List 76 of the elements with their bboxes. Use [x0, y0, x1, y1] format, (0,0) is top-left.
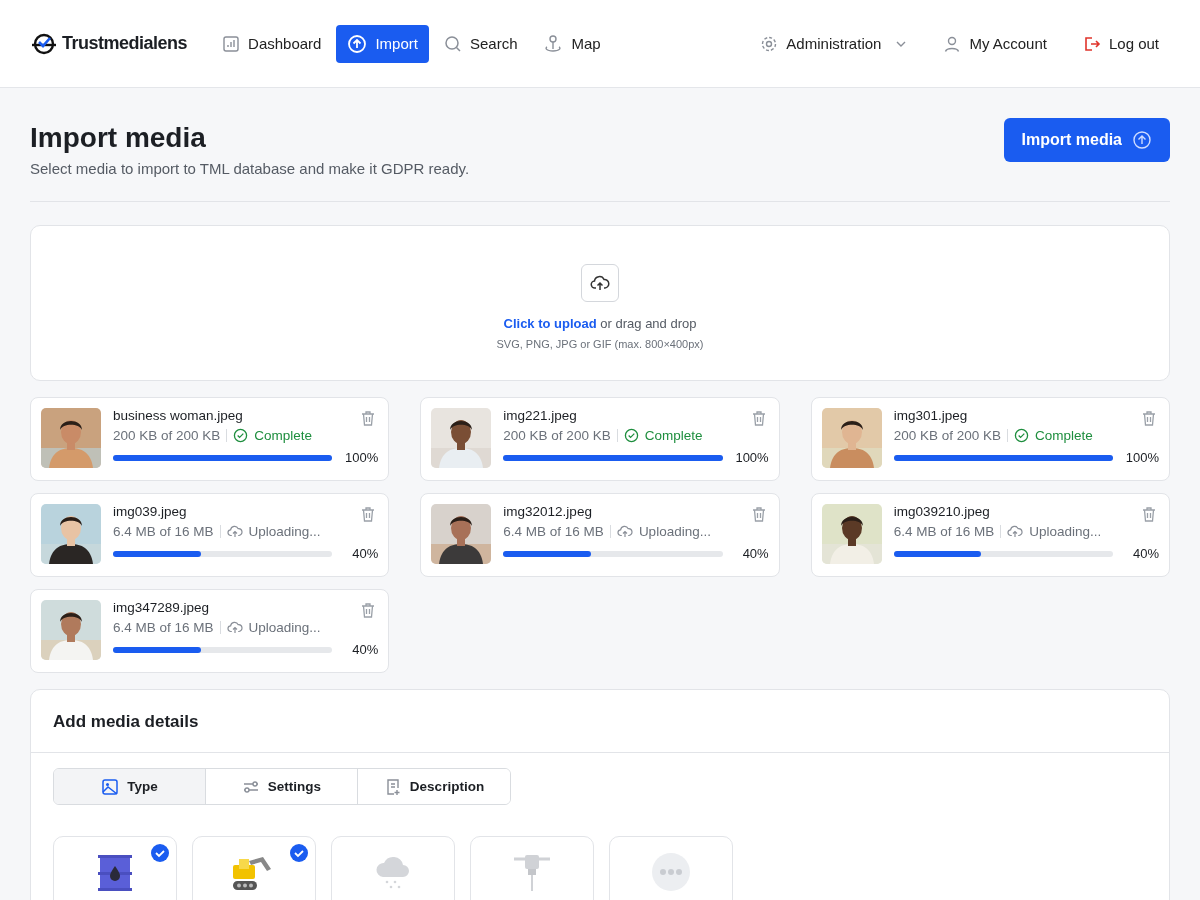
logout-icon — [1082, 34, 1101, 53]
upload-status: Uploading... — [248, 620, 321, 635]
progress-percent: 100% — [734, 450, 769, 465]
progress-percent: 40% — [351, 546, 379, 561]
cloud-upload-icon — [226, 620, 243, 635]
upload-status: Complete — [254, 428, 313, 443]
check-circle-icon — [233, 428, 249, 443]
file-name: img039.jpeg — [113, 504, 187, 519]
search-icon — [443, 34, 462, 53]
user-icon — [943, 34, 962, 53]
file-size: 6.4 MB of 16 MB — [113, 620, 214, 635]
brand-name[interactable]: Trustmedialens — [62, 33, 188, 54]
file-size: 6.4 MB of 16 MB — [503, 524, 604, 539]
trash-icon[interactable] — [360, 506, 377, 523]
jackhammer-icon — [512, 853, 552, 893]
chart-icon — [222, 34, 241, 53]
trash-icon[interactable] — [750, 410, 767, 427]
nav-link[interactable]: My Account — [932, 25, 1058, 62]
upload-status: Uploading... — [638, 524, 711, 539]
file-name: img039210.jpeg — [893, 504, 990, 519]
file-size: 200 KB of 200 KB — [503, 428, 611, 443]
checkmark-icon — [151, 844, 169, 862]
nav-link[interactable]: Search — [432, 25, 529, 62]
settings-icon — [760, 34, 779, 53]
upload-status: Uploading... — [248, 524, 321, 539]
check-circle-icon — [623, 428, 639, 443]
file-size: 6.4 MB of 16 MB — [113, 524, 214, 539]
cloud-upload-icon — [616, 524, 633, 539]
file-size: 200 KB of 200 KB — [893, 428, 1001, 443]
nav-link[interactable]: Dashboard — [211, 25, 333, 62]
file-name: business woman.jpeg — [113, 408, 243, 423]
checkmark-icon — [290, 844, 308, 862]
image-icon — [101, 777, 120, 796]
nav-link[interactable]: Map — [532, 24, 612, 63]
more-icon — [652, 853, 690, 891]
file-name: img347289.jpeg — [113, 600, 210, 615]
upload-icon — [1132, 130, 1152, 150]
progress-percent: 100% — [344, 450, 379, 465]
click-to-upload-link[interactable]: Click to upload — [503, 316, 597, 331]
trash-icon[interactable] — [360, 602, 377, 619]
page-subtitle: Select media to import to TML database and make it GDPR ready. — [30, 160, 470, 177]
section-title: Add media details — [31, 690, 1169, 753]
upload-dropzone[interactable]: Click to upload or drag and drop SVG, PNG, JPG or GIF (max. 800×400px) — [30, 225, 1170, 381]
check-circle-icon — [1014, 428, 1029, 443]
upload-status: Complete — [1035, 428, 1093, 443]
progress-percent: 40% — [741, 546, 769, 561]
barrel-icon — [97, 853, 133, 893]
file-format-hint: SVG, PNG, JPG or GIF (max. 800×400px) — [496, 338, 704, 350]
file-name: img32012.jpeg — [503, 504, 592, 519]
upload-status: Uploading... — [1029, 524, 1102, 539]
upload-status: Complete — [644, 428, 703, 443]
pin-icon — [543, 33, 564, 54]
progress-percent: 40% — [1131, 546, 1159, 561]
trash-icon[interactable] — [1141, 506, 1157, 523]
cloud-upload-icon — [581, 264, 619, 302]
file-name: img301.jpeg — [893, 408, 968, 423]
trash-icon[interactable] — [750, 506, 767, 523]
file-name: img221.jpeg — [503, 408, 577, 423]
trash-icon[interactable] — [1141, 410, 1157, 427]
progress-percent: 40% — [351, 642, 379, 657]
drag-drop-text: or drag and drop — [600, 316, 697, 331]
logo-icon — [30, 31, 58, 56]
file-size: 200 KB of 200 KB — [113, 428, 221, 443]
chevron-down-icon — [895, 39, 908, 48]
cloud-upload-icon — [226, 524, 243, 539]
page-title: Import media — [30, 122, 207, 154]
cloud-upload-icon — [1007, 524, 1024, 539]
progress-percent: 100% — [1125, 450, 1159, 465]
upload-icon — [347, 33, 368, 54]
tab[interactable]: Type — [54, 769, 206, 804]
import-media-button[interactable]: Import media — [1003, 118, 1170, 162]
nav-link[interactable]: Import — [336, 24, 429, 63]
trash-icon[interactable] — [360, 410, 377, 427]
file-size: 6.4 MB of 16 MB — [893, 524, 995, 539]
nav-link[interactable]: Log out — [1071, 25, 1170, 62]
nav-link[interactable]: Administration — [749, 25, 919, 62]
